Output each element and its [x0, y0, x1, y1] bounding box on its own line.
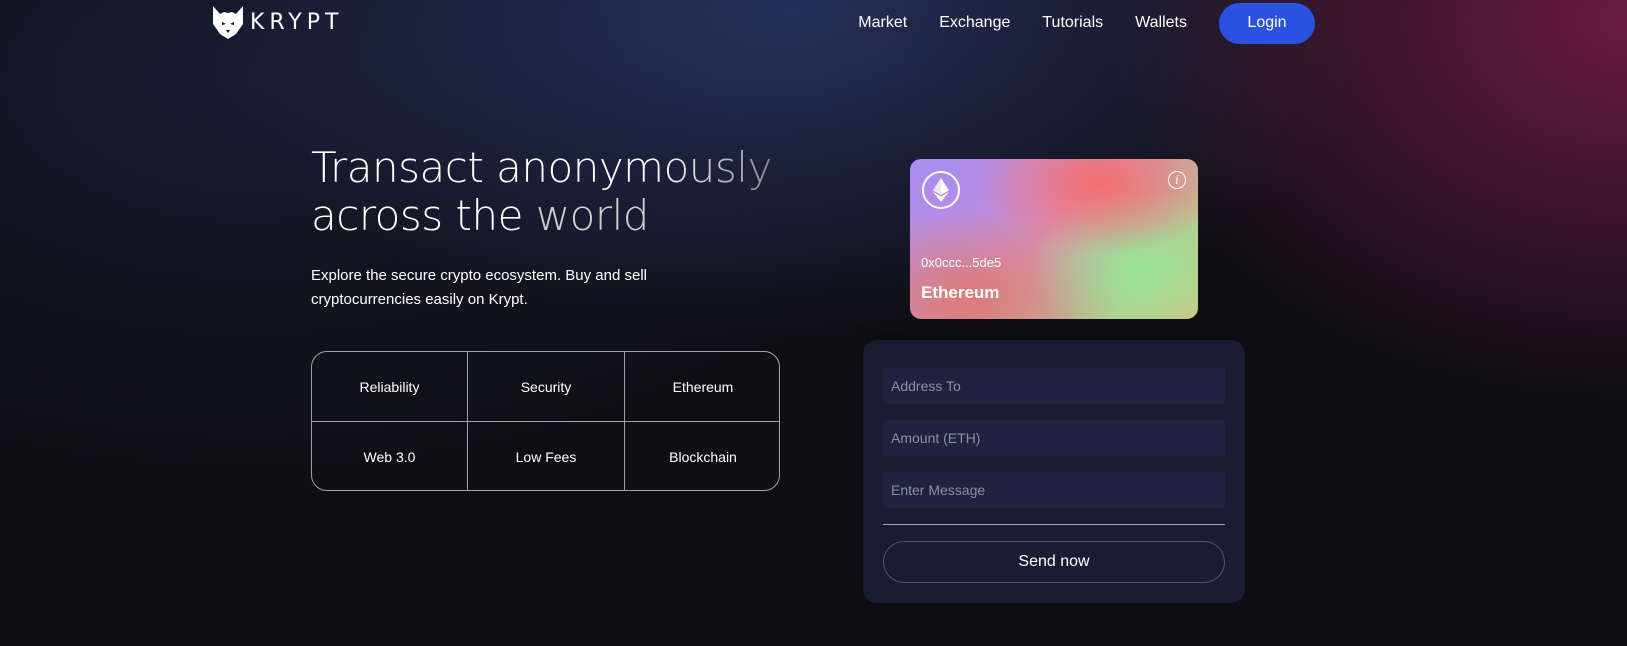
- nav-link-exchange[interactable]: Exchange: [939, 14, 1010, 32]
- message-input[interactable]: [883, 472, 1225, 508]
- hero-title: Transact anonymously across the world: [311, 144, 831, 240]
- fox-logo-icon: [213, 6, 243, 39]
- info-icon[interactable]: i: [1168, 171, 1186, 189]
- form-divider: [883, 524, 1225, 525]
- hero-subtitle: Explore the secure crypto ecosystem. Buy…: [311, 267, 647, 308]
- feature-blockchain: Blockchain: [669, 449, 737, 465]
- ethereum-icon: [933, 178, 949, 202]
- feature-ethereum: Ethereum: [625, 352, 779, 422]
- feature-grid: Reliability Security Ethereum Web 3.0 Lo…: [311, 351, 780, 491]
- hero-title-line2-plain: across the: [311, 191, 536, 240]
- hero-title-line1-fade: nymously: [572, 143, 773, 192]
- send-form: Send now: [863, 340, 1245, 603]
- feature-low-fees: Low Fees: [468, 422, 625, 490]
- logo-text: KRYPT: [250, 9, 344, 35]
- login-button[interactable]: Login: [1219, 2, 1315, 44]
- feature-web3: Web 3.0: [312, 422, 468, 490]
- address-to-input[interactable]: [883, 368, 1225, 404]
- network-name: Ethereum: [921, 283, 1000, 302]
- hero-title-line2: across the world: [311, 191, 649, 240]
- ethereum-card: i 0x0ccc...5de5 Ethereum: [910, 159, 1198, 319]
- ethereum-logo: [922, 171, 960, 209]
- send-now-button[interactable]: Send now: [883, 541, 1225, 583]
- amount-eth-input[interactable]: [883, 420, 1225, 456]
- hero-title-line2-fade: world: [535, 191, 650, 240]
- feature-reliability: Reliability: [312, 352, 468, 422]
- wallet-address: 0x0ccc...5de5: [921, 255, 1002, 270]
- nav-link-wallets[interactable]: Wallets: [1135, 14, 1187, 32]
- hero-title-line1-plain: Transact ano: [311, 143, 573, 192]
- krypt-logo[interactable]: KRYPT: [210, 4, 343, 40]
- nav-link-market[interactable]: Market: [858, 14, 907, 32]
- nav-links: Market Exchange Tutorials Wallets Login: [858, 2, 1315, 44]
- feature-security: Security: [468, 352, 625, 422]
- nav-link-tutorials[interactable]: Tutorials: [1042, 14, 1103, 32]
- hero-title-line1: Transact anonymously: [311, 143, 772, 192]
- top-navbar: KRYPT Market Exchange Tutorials Wallets …: [0, 0, 1627, 46]
